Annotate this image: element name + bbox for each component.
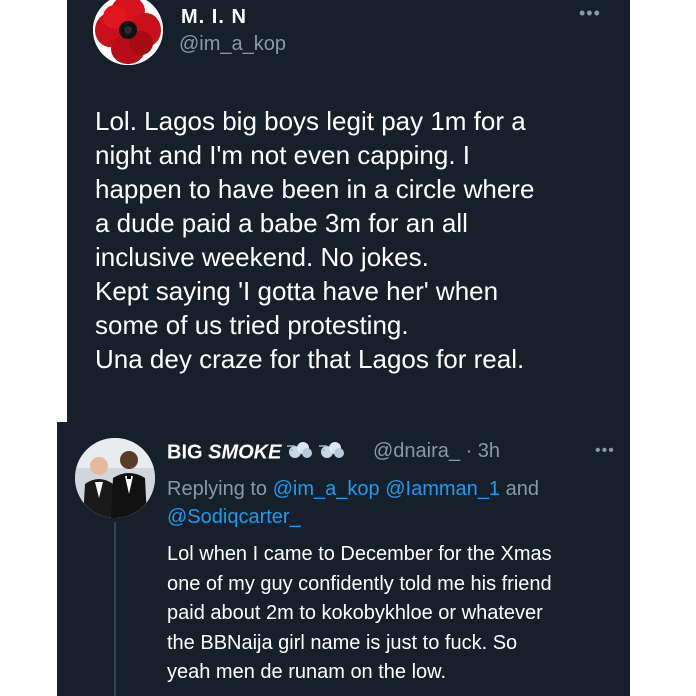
reply-tweet-card: BIG SMOKE @dnaira_ · 3h ••• Replying to … — [57, 422, 630, 696]
tweet-line: some of us tried protesting. — [95, 310, 409, 340]
reply-text: Lol when I came to December for the Xmas… — [167, 540, 627, 688]
replying-prefix: Replying to — [167, 478, 273, 500]
mention-link[interactable]: @im_a_kop — [273, 478, 380, 500]
reply-line: yeah men de runam on the low. — [167, 661, 447, 683]
red-poppy-avatar-icon[interactable] — [93, 0, 163, 65]
tweet-line: happen to have been in a circle where — [95, 174, 535, 204]
author-handle[interactable]: @im_a_kop — [179, 33, 286, 56]
more-options-icon[interactable]: ••• — [595, 442, 615, 460]
reply-handle-time[interactable]: @dnaira_ · 3h — [373, 440, 500, 463]
replying-and: and — [500, 478, 539, 500]
reply-line: the BBNaija girl name is just to fuck. S… — [167, 631, 518, 654]
more-options-icon[interactable]: ••• — [579, 3, 601, 24]
tweet-text: Lol. Lagos big boys legit pay 1m for a n… — [95, 104, 615, 376]
tweet-line: night and I'm not even capping. I — [95, 140, 470, 170]
mention-link[interactable]: @Iamman_1 — [385, 478, 500, 500]
replying-to: Replying to @im_a_kop @Iamman_1 and @Sod… — [167, 475, 607, 531]
reply-line: paid about 2m to kokobykhloe or whatever — [167, 602, 543, 624]
tweet-line: Lol. Lagos big boys legit pay 1m for a — [95, 106, 526, 136]
tweet-line: Kept saying 'I gotta have her' when — [95, 276, 499, 306]
dash-icon — [318, 440, 345, 466]
mention-link[interactable]: @Sodiqcarter_ — [167, 506, 301, 528]
dash-icon — [287, 440, 313, 466]
avatar[interactable] — [75, 438, 155, 518]
author-name-italic: SMOKE — [208, 441, 282, 464]
main-tweet-card: M. I. N @im_a_kop ••• Lol. Lagos big boy… — [67, 0, 630, 425]
thread-line — [114, 522, 116, 696]
tweet-line: Una dey craze for that Lagos for real. — [95, 344, 525, 374]
author-name-plain: BIG — [167, 441, 209, 464]
tweet-line: a dude paid a babe 3m for an all — [95, 208, 468, 238]
reply-line: one of my guy confidently told me his fr… — [167, 572, 552, 595]
author-name[interactable]: M. I. N — [181, 6, 247, 29]
reply-author-name[interactable]: BIG SMOKE — [167, 440, 345, 466]
tweet-line: inclusive weekend. No jokes. — [95, 242, 429, 272]
reply-line: Lol when I came to December for the Xmas — [167, 543, 552, 565]
